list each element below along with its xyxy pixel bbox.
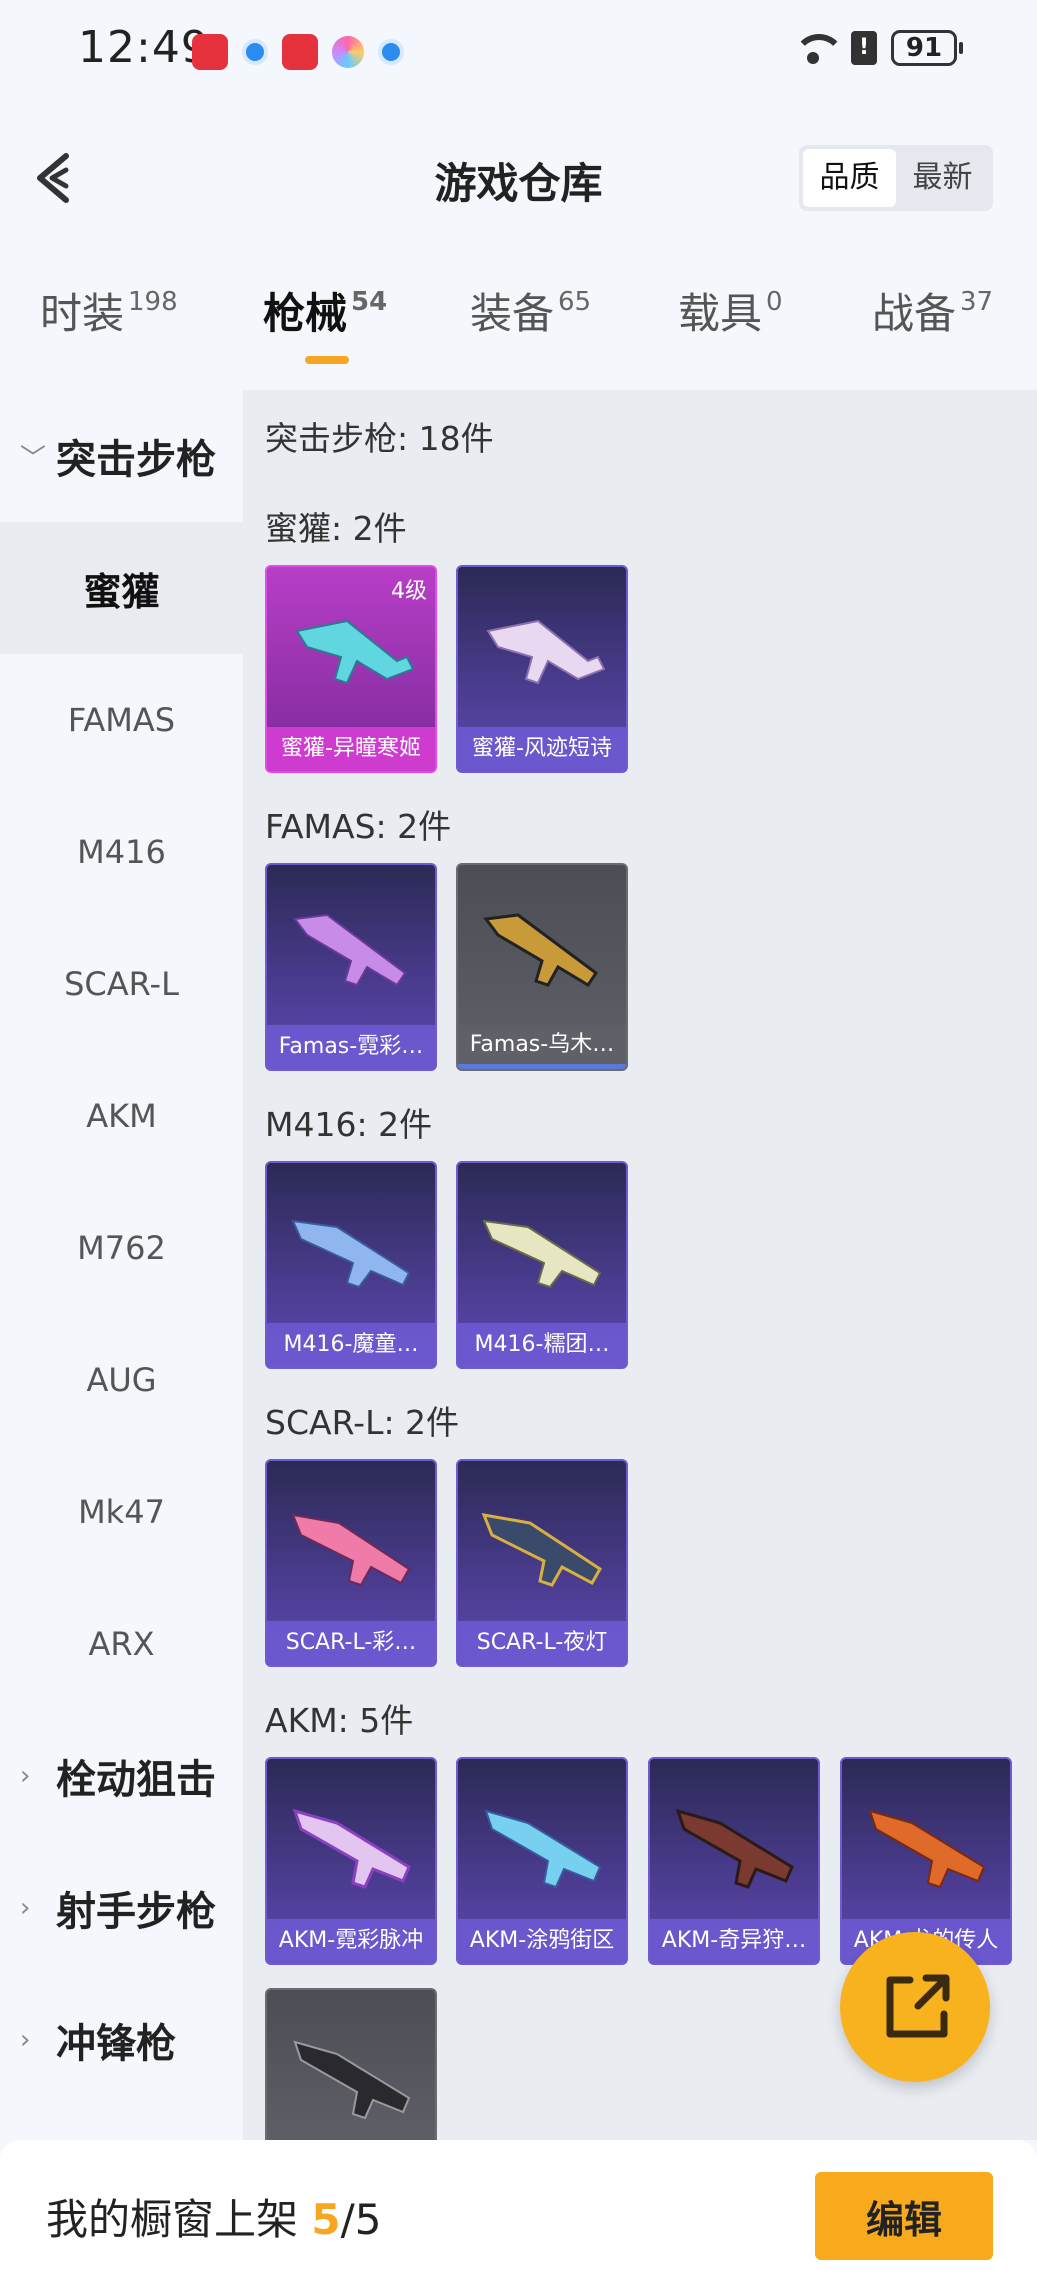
chevron-right-icon: › [20,1761,31,1791]
rifle-icon [295,619,415,685]
rifle-icon [293,2040,411,2120]
sidebar-item-honey-badger[interactable]: 蜜獾 [0,522,243,654]
showcase-status: 我的橱窗上架 5/5 [46,2195,382,2244]
weapon-card[interactable]: SCAR-L-彩… [265,1459,437,1667]
rifle-icon [292,1808,411,1889]
weapon-card[interactable]: SCAR-L-夜灯 [456,1459,628,1667]
rifle-icon [486,619,606,685]
weapon-card[interactable]: Famas-霓彩… [265,863,437,1071]
section-title: 蜜獾: 2件 [265,509,407,548]
browser-icon [242,39,268,65]
weapon-card[interactable]: AKM-霓彩脉冲 [265,1757,437,1965]
weapon-card[interactable]: Famas-乌木… [456,863,628,1071]
rifle-icon [293,913,407,987]
active-tab-indicator [305,356,349,364]
weapon-name: 蜜獾-风迹短诗 [458,727,626,771]
section-title: FAMAS: 2件 [265,807,452,846]
rifle-icon [481,1513,603,1587]
sidebar-item-m762[interactable]: M762 [0,1182,243,1314]
weapon-name: M416-魔童… [267,1323,435,1367]
chevron-right-icon: › [20,1893,31,1923]
tab-supplies[interactable]: 战备 37 [872,280,993,341]
weapon-card[interactable]: AKM-奇异狩… [648,1757,820,1965]
chevron-down-icon: ﹀ [20,443,47,474]
sidebar-item-akm[interactable]: AKM [0,1050,243,1182]
sort-quality-button[interactable]: 品质 [803,149,896,207]
status-time: 12:49 [78,22,210,73]
weapon-name: Famas-乌木… [458,1025,626,1069]
weapon-card[interactable]: M416-糯团… [456,1161,628,1369]
tab-weapons[interactable]: 枪械 54 [263,280,387,341]
weapon-name: Famas-霓彩… [267,1025,435,1069]
tab-fashion[interactable]: 时装 198 [40,280,178,341]
section-title: AKM: 5件 [265,1701,414,1740]
weapon-card[interactable]: 蜜獾-风迹短诗 [456,565,628,773]
weapon-card[interactable]: AKM-涂鸦街区 [456,1757,628,1965]
showcase-bar: 我的橱窗上架 5/5 编辑 [0,2140,1037,2295]
sidebar-group-marksman-rifles[interactable]: › 射手步枪 [0,1842,243,1974]
showcase-max-count: 5 [354,2195,382,2244]
battery-icon: 91 [891,30,963,66]
showcase-current-count: 5 [311,2195,341,2244]
color-app-icon [332,36,364,68]
rifle-icon [291,1219,411,1289]
weapon-name: AKM-奇异狩… [650,1919,818,1963]
external-link-icon [886,1974,950,2038]
weapon-name: SCAR-L-彩… [267,1621,435,1665]
weapon-card[interactable]: M416-魔童… [265,1161,437,1369]
weapon-name: M416-糯团… [458,1323,626,1367]
weapon-name: 蜜獾-异瞳寒姬 [267,727,435,771]
weapon-type-sidebar: ﹀ 突击步枪 蜜獾 FAMAS M416 SCAR-L AKM M762 AUG … [0,390,243,2140]
sidebar-item-aug[interactable]: AUG [0,1314,243,1446]
status-bar: 12:49 ! 91 [0,0,1037,100]
share-button[interactable] [840,1932,990,2082]
sidebar-item-m416[interactable]: M416 [0,786,243,918]
wifi-icon [789,30,845,66]
weapon-name: SCAR-L-夜灯 [458,1621,626,1665]
huawei-app-icon [192,34,228,70]
rifle-icon [868,1809,986,1889]
category-total: 突击步枪: 18件 [265,419,494,458]
sim-alert-icon: ! [851,31,877,65]
rifle-icon [291,1513,411,1587]
rifle-icon [483,913,599,988]
status-system-icons: ! 91 [789,30,963,66]
sidebar-group-bolt-snipers[interactable]: › 栓动狙击 [0,1710,243,1842]
tab-equipment[interactable]: 装备 65 [470,280,591,341]
sidebar-group-assault-rifles[interactable]: ﹀ 突击步枪 [0,390,243,522]
chevron-right-icon: › [20,2025,31,2055]
tab-vehicles[interactable]: 载具 0 [678,280,783,341]
sort-newest-button[interactable]: 最新 [896,149,989,207]
weapon-name: AKM-霓彩脉冲 [267,1919,435,1963]
weapon-card[interactable]: 4级 蜜獾-异瞳寒姬 [265,565,437,773]
sidebar-item-arx[interactable]: ARX [0,1578,243,1710]
section-title: SCAR-L: 2件 [265,1403,460,1442]
sidebar-item-scar-l[interactable]: SCAR-L [0,918,243,1050]
huawei-app-icon [282,34,318,70]
weapon-card[interactable] [265,1988,437,2140]
sort-toggle: 品质 最新 [799,145,993,211]
browser-icon [378,39,404,65]
section-title: M416: 2件 [265,1105,433,1144]
rifle-icon [484,1809,602,1889]
edit-button[interactable]: 编辑 [815,2172,993,2260]
sidebar-group-smgs[interactable]: › 冲锋枪 [0,1974,243,2106]
rifle-icon [675,1808,794,1889]
weapon-name: AKM-涂鸦街区 [458,1919,626,1963]
weapon-list: 突击步枪: 18件 蜜獾: 2件 4级 蜜獾-异瞳寒姬 蜜獾-风迹短诗 FAMA… [243,390,1037,2140]
category-tabs: 时装 198 枪械 54 装备 65 载具 0 战备 37 [0,280,1037,370]
rifle-icon [482,1219,602,1289]
sidebar-item-famas[interactable]: FAMAS [0,654,243,786]
status-app-icons [192,34,404,70]
sidebar-item-mk47[interactable]: Mk47 [0,1446,243,1578]
